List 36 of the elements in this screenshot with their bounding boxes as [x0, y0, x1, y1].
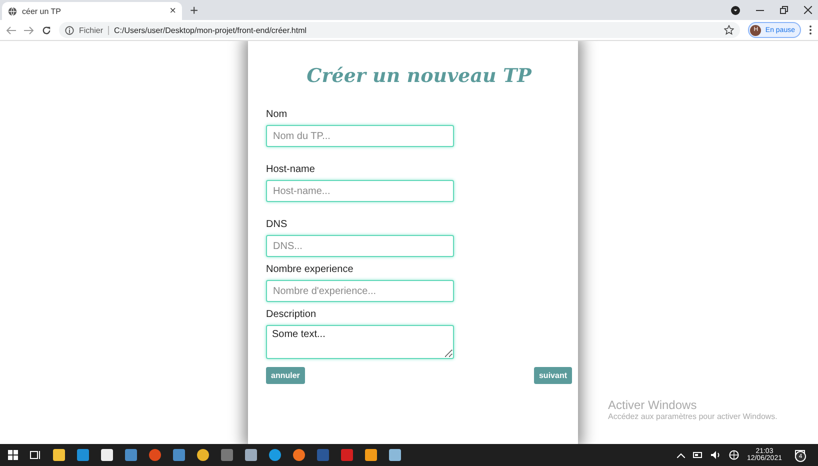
field-label: Nom: [266, 109, 288, 120]
info-icon: [65, 26, 74, 34]
menu-icon[interactable]: [809, 25, 812, 35]
battery-icon[interactable]: [692, 452, 703, 458]
activation-text: Accédez aux paramètres pour activer Windows.: [608, 412, 778, 421]
browser-tab[interactable]: céer un TP ×: [2, 2, 182, 20]
input-field[interactable]: Nom du TP...: [266, 125, 454, 147]
input-field[interactable]: Host-name...: [266, 180, 454, 202]
restore-icon[interactable]: [780, 6, 788, 14]
address-url: C:/Users/user/Desktop/mon-projet/front-end/créer.html: [114, 26, 308, 34]
start-icon[interactable]: [8, 450, 18, 460]
field-label: Host-name: [266, 164, 316, 175]
tab-close-button[interactable]: ×: [170, 5, 176, 17]
back-arrow-icon[interactable]: [6, 26, 16, 34]
field-label: DNS: [266, 219, 288, 230]
chevron-up-icon[interactable]: [676, 452, 685, 458]
forward-arrow-icon[interactable]: [24, 26, 34, 34]
activation-title: Activer Windows: [608, 398, 698, 412]
input-field[interactable]: DNS...: [266, 235, 454, 257]
media-icon[interactable]: [731, 6, 740, 14]
globe-icon[interactable]: [728, 450, 739, 460]
field-label: Description: [266, 309, 318, 320]
reload-icon[interactable]: [42, 26, 51, 34]
input-field[interactable]: Nombre d'experience...: [266, 280, 454, 302]
address-bar[interactable]: Fichier C:/Users/user/Desktop/mon-projet/front-end/créer.html: [59, 22, 740, 38]
star-icon[interactable]: [724, 25, 734, 35]
description-field[interactable]: Some text...: [266, 325, 454, 359]
speaker-icon[interactable]: [710, 451, 721, 459]
task-view-icon[interactable]: [30, 450, 41, 460]
globe-icon: [8, 6, 17, 16]
form-title: Créer un nouveau TP: [306, 65, 532, 87]
new-tab-button[interactable]: +: [190, 2, 198, 18]
address-prefix: Fichier: [79, 26, 110, 34]
field-label: Nombre experience: [266, 264, 354, 275]
close-icon[interactable]: [804, 6, 812, 14]
tab-title: céer un TP: [22, 6, 62, 16]
